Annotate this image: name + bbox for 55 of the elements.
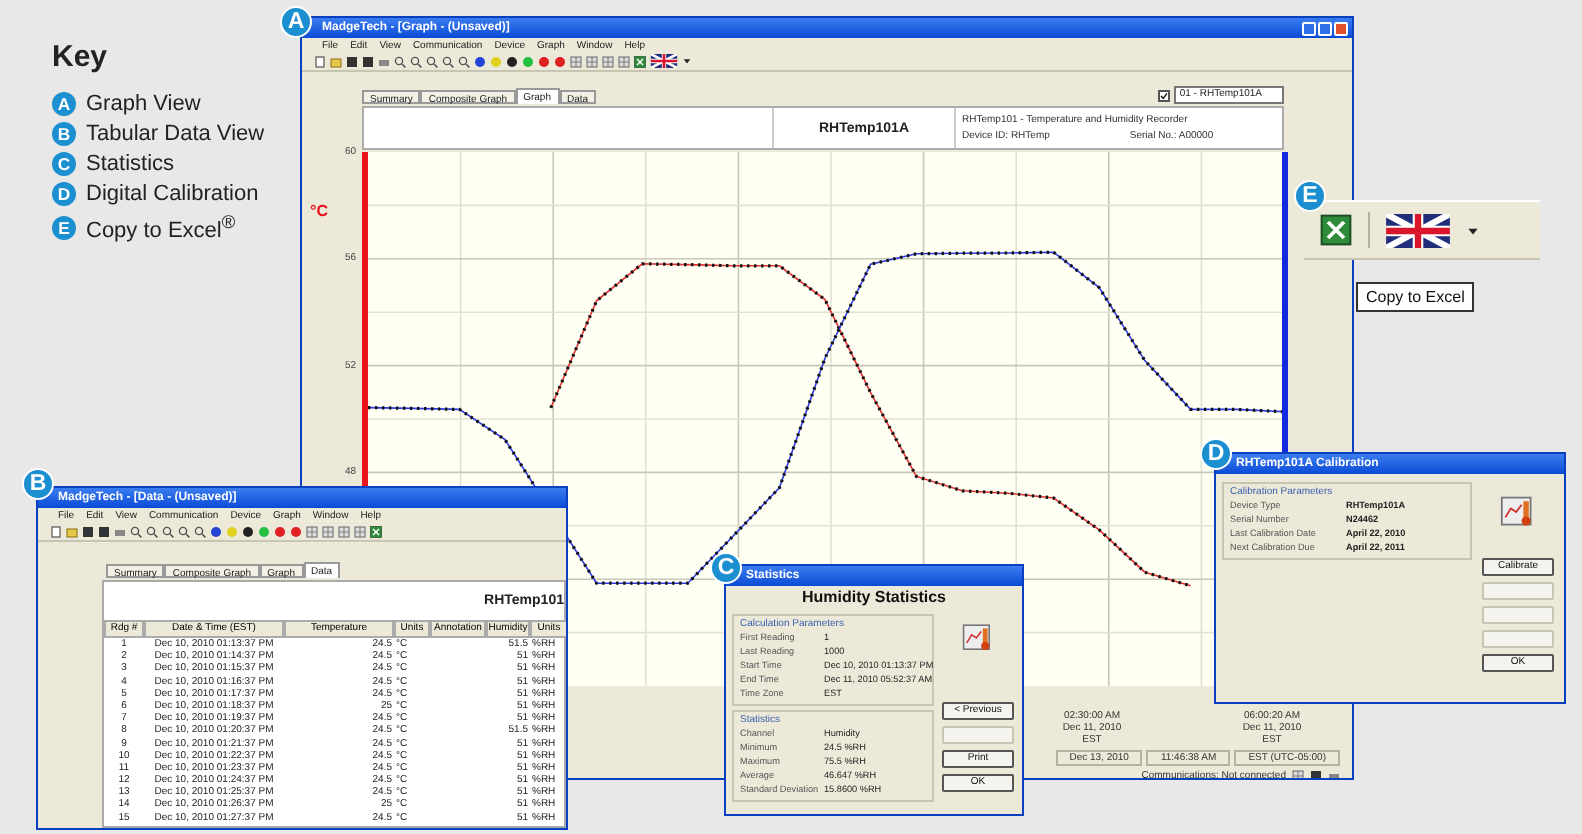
letter-badge: B — [52, 122, 76, 146]
chart-thermometer-icon — [962, 622, 994, 654]
checkbox[interactable] — [1157, 89, 1170, 101]
grid-icon[interactable] — [618, 55, 630, 67]
circle-icon[interactable] — [210, 525, 222, 537]
close-button[interactable] — [1334, 21, 1348, 35]
grid-icon[interactable] — [338, 525, 350, 537]
key-label: Digital Calibration — [86, 182, 259, 206]
grid-icon[interactable] — [354, 525, 366, 537]
circle-icon[interactable] — [242, 525, 254, 537]
grid-icon[interactable] — [602, 55, 614, 67]
magnifier-icon[interactable] — [146, 525, 158, 537]
flag-icon[interactable] — [1386, 213, 1450, 247]
magnifier-icon[interactable] — [162, 525, 174, 537]
spreadsheet-icon[interactable] — [1320, 214, 1352, 246]
magnifier-icon[interactable] — [458, 55, 470, 67]
magnifier-icon[interactable] — [442, 55, 454, 67]
letter-badge: B — [22, 468, 54, 500]
magnifier-icon[interactable] — [194, 525, 206, 537]
letter-badge: A — [280, 6, 312, 38]
grid-icon[interactable] — [322, 525, 334, 537]
key-title: Key — [52, 40, 110, 74]
magnifier-icon[interactable] — [178, 525, 190, 537]
key-label: Tabular Data View — [86, 122, 265, 146]
grid-icon[interactable] — [570, 55, 582, 67]
circle-icon[interactable] — [474, 55, 486, 67]
flag-icon[interactable] — [650, 54, 678, 68]
key-label: Graph View — [86, 92, 201, 116]
spreadsheet-icon[interactable] — [634, 55, 646, 67]
letter-badge: A — [52, 92, 76, 116]
grid-icon[interactable] — [306, 525, 318, 537]
chart-thermometer-icon — [1500, 494, 1536, 530]
circle-icon[interactable] — [506, 55, 518, 67]
magnifier-icon[interactable] — [130, 525, 142, 537]
letter-badge: E — [52, 215, 76, 240]
letter-badge: C — [52, 152, 76, 176]
minimize-button[interactable] — [1302, 21, 1316, 35]
letter-badge: D — [52, 182, 76, 206]
page-icon[interactable] — [314, 55, 326, 67]
key-label: Copy to Excel$^{®}$ — [86, 212, 236, 244]
spreadsheet-icon[interactable] — [370, 525, 382, 537]
caret-icon[interactable] — [1466, 223, 1480, 237]
tooltip: Copy to Excel — [1356, 282, 1475, 312]
maximize-button[interactable] — [1318, 21, 1332, 35]
magnifier-icon[interactable] — [394, 55, 406, 67]
grid-icon[interactable] — [586, 55, 598, 67]
magnifier-icon[interactable] — [426, 55, 438, 67]
folder-icon[interactable] — [66, 525, 78, 537]
page-icon[interactable] — [50, 525, 62, 537]
key-label: Statistics — [86, 152, 175, 176]
folder-icon[interactable] — [330, 55, 342, 67]
dialog-heading: Humidity Statistics — [799, 586, 948, 606]
magnifier-icon[interactable] — [410, 55, 422, 67]
caret-icon[interactable] — [682, 56, 692, 66]
axis-unit: °C — [310, 202, 328, 220]
